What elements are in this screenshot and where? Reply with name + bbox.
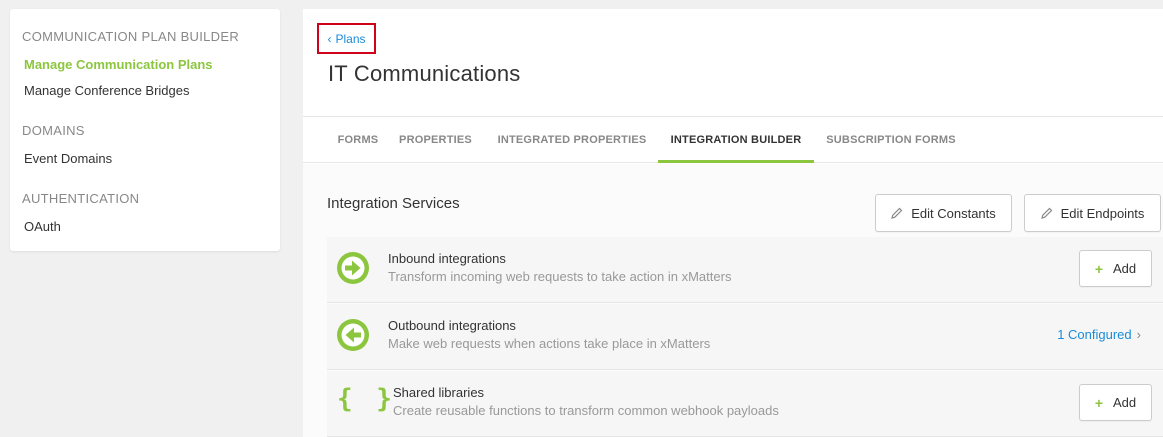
row-description: Make web requests when actions take plac… xyxy=(388,336,711,351)
tab-integrated-properties[interactable]: INTEGRATED PROPERTIES xyxy=(491,117,653,163)
main-panel: ‹ Plans IT Communications FORMS PROPERTI… xyxy=(303,9,1163,437)
plus-icon: + xyxy=(1094,260,1104,277)
tab-forms[interactable]: FORMS xyxy=(327,117,389,163)
row-title: Outbound integrations xyxy=(388,318,516,333)
tab-properties[interactable]: PROPERTIES xyxy=(393,117,478,163)
sidebar-item-oauth[interactable]: OAuth xyxy=(24,219,61,234)
arrow-left-circle-icon xyxy=(337,319,369,351)
sidebar-item-manage-communication-plans[interactable]: Manage Communication Plans xyxy=(24,57,213,72)
arrow-right-circle-icon xyxy=(337,252,369,284)
plus-icon: + xyxy=(1094,394,1104,411)
add-shared-library-button[interactable]: + Add xyxy=(1079,384,1152,421)
sidebar-item-event-domains[interactable]: Event Domains xyxy=(24,151,112,166)
edit-constants-label: Edit Constants xyxy=(911,205,996,221)
page-title: IT Communications xyxy=(328,61,521,86)
tab-subscription-forms[interactable]: SUBSCRIPTION FORMS xyxy=(820,117,962,163)
add-label: Add xyxy=(1113,261,1137,276)
sidebar: COMMUNICATION PLAN BUILDER Manage Commun… xyxy=(10,9,280,251)
outbound-integrations-row: Outbound integrations Make web requests … xyxy=(327,304,1163,370)
edit-endpoints-label: Edit Endpoints xyxy=(1060,205,1145,221)
row-title: Inbound integrations xyxy=(388,251,506,266)
chevron-right-icon: › xyxy=(1136,327,1141,342)
sidebar-item-manage-conference-bridges[interactable]: Manage Conference Bridges xyxy=(24,83,190,98)
pencil-icon xyxy=(891,207,903,219)
integration-services-section: Integration Services Edit Constants Edit… xyxy=(303,164,1163,437)
braces-icon: { } xyxy=(337,384,396,414)
outbound-configured-link[interactable]: 1 Configured › xyxy=(1057,327,1141,342)
back-link-label: Plans xyxy=(335,31,366,46)
sidebar-heading-authentication: AUTHENTICATION xyxy=(22,191,140,206)
shared-libraries-row: { } Shared libraries Create reusable fun… xyxy=(327,371,1163,437)
configured-count-label: 1 Configured xyxy=(1057,327,1132,342)
edit-constants-button[interactable]: Edit Constants xyxy=(875,194,1012,232)
row-description: Create reusable functions to transform c… xyxy=(393,403,779,418)
section-title: Integration Services xyxy=(327,195,460,212)
tab-integration-builder[interactable]: INTEGRATION BUILDER xyxy=(658,117,814,163)
inbound-integrations-row: Inbound integrations Transform incoming … xyxy=(327,237,1163,303)
tab-bar: FORMS PROPERTIES INTEGRATED PROPERTIES I… xyxy=(303,116,1163,163)
edit-endpoints-button[interactable]: Edit Endpoints xyxy=(1024,194,1161,232)
row-title: Shared libraries xyxy=(393,385,485,400)
add-label: Add xyxy=(1113,395,1137,410)
sidebar-heading-domains: DOMAINS xyxy=(22,123,85,138)
row-description: Transform incoming web requests to take … xyxy=(388,269,732,284)
sidebar-heading-communication-plan-builder: COMMUNICATION PLAN BUILDER xyxy=(22,29,240,44)
add-inbound-integration-button[interactable]: + Add xyxy=(1079,250,1152,287)
chevron-left-icon: ‹ xyxy=(327,31,332,46)
back-to-plans-link[interactable]: ‹ Plans xyxy=(317,23,376,54)
pencil-icon xyxy=(1040,207,1053,219)
